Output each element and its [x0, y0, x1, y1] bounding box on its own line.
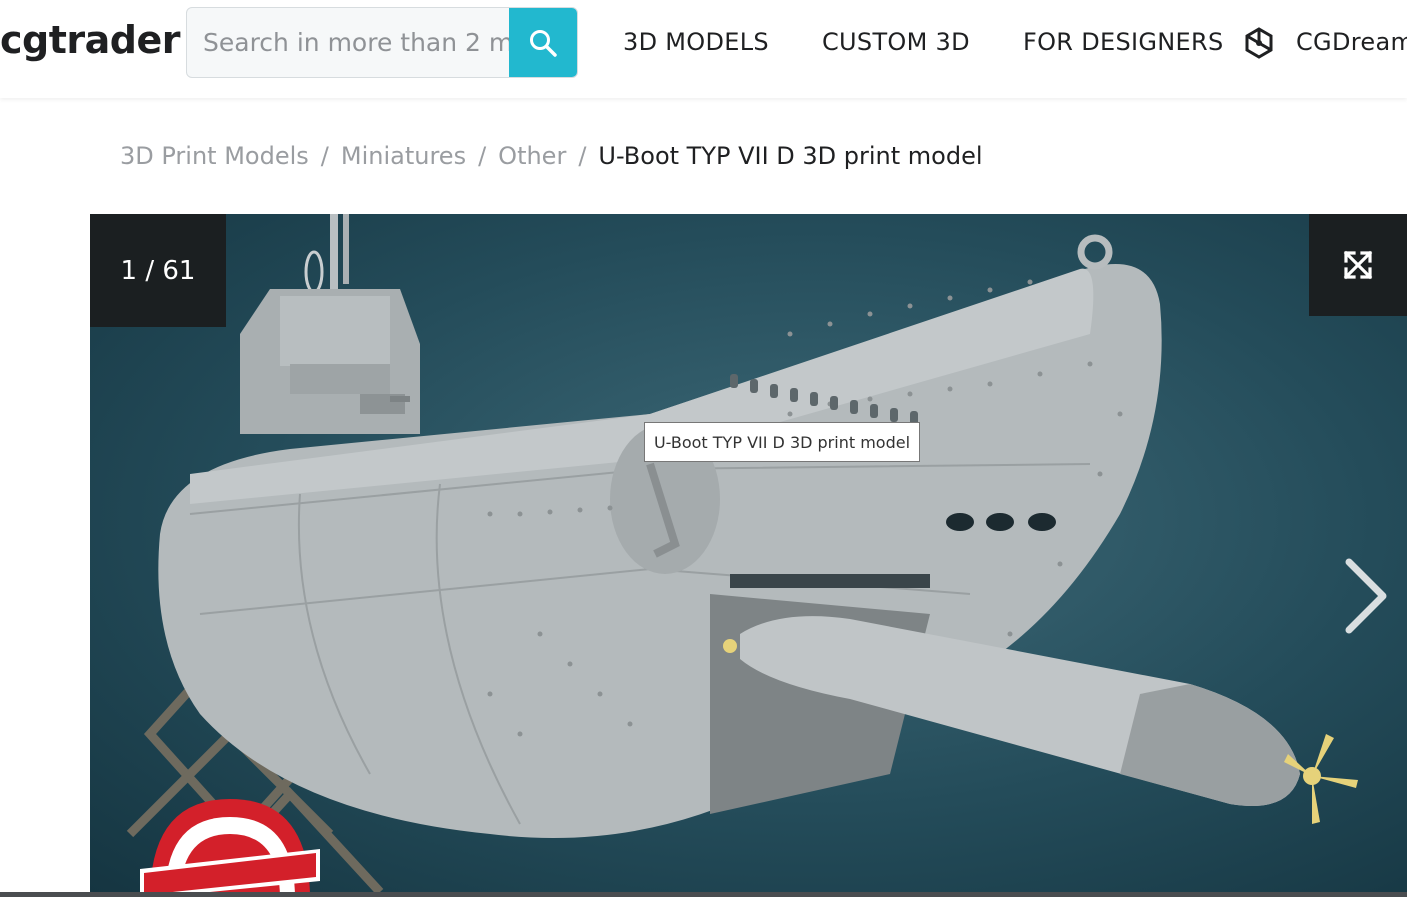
- product-gallery[interactable]: 1 / 61 U-Boot TYP VII D 3D print model: [90, 214, 1407, 892]
- breadcrumb-current: U-Boot TYP VII D 3D print model: [598, 142, 983, 170]
- chevron-right-icon[interactable]: [1343, 556, 1389, 636]
- nav-for-designers[interactable]: FOR DESIGNERS: [1023, 28, 1223, 56]
- search-input[interactable]: [187, 8, 509, 77]
- site-header: cgtrader 3D MODELS CUSTOM 3D FOR DESIGNE…: [0, 0, 1407, 98]
- nav-cgdream[interactable]: CGDream: [1296, 28, 1407, 56]
- image-counter: 1 / 61: [90, 214, 226, 327]
- nav-custom-3d[interactable]: CUSTOM 3D: [822, 28, 970, 56]
- search-button[interactable]: [509, 8, 577, 77]
- fullscreen-icon: [1343, 250, 1373, 280]
- search-icon: [530, 29, 557, 57]
- page-scrollbar[interactable]: [0, 892, 1407, 897]
- cgtrader-logo[interactable]: cgtrader: [0, 18, 181, 62]
- nav-3d-models[interactable]: 3D MODELS: [623, 28, 769, 56]
- breadcrumb-separator: /: [320, 142, 329, 170]
- cgdream-logo-icon[interactable]: [1242, 26, 1276, 60]
- image-tooltip: U-Boot TYP VII D 3D print model: [644, 422, 920, 462]
- breadcrumb-separator: /: [478, 142, 487, 170]
- breadcrumb: 3D Print Models / Miniatures / Other / U-Boot …: [120, 142, 983, 170]
- search-bar: [186, 7, 578, 78]
- breadcrumb-separator: /: [578, 142, 587, 170]
- fullscreen-button[interactable]: [1309, 214, 1407, 316]
- breadcrumb-item-3d-print-models[interactable]: 3D Print Models: [120, 142, 309, 170]
- breadcrumb-item-other[interactable]: Other: [498, 142, 566, 170]
- copyright-watermark: [140, 799, 320, 892]
- breadcrumb-item-miniatures[interactable]: Miniatures: [341, 142, 466, 170]
